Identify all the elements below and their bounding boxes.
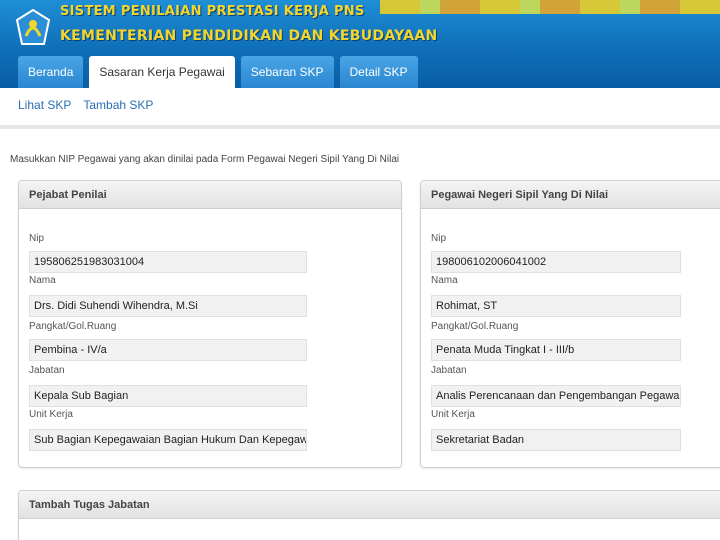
pangkat-label: Pangkat/Gol.Ruang xyxy=(431,321,519,332)
pegawai-unit-kerja-input[interactable]: Sekretariat Badan xyxy=(431,429,681,451)
ministry-logo-icon xyxy=(15,8,51,45)
tambah-skp-link[interactable]: Tambah SKP xyxy=(83,98,153,112)
pejabat-penilai-panel: Pejabat Penilai Nip 195806251983031004 N… xyxy=(18,180,402,468)
jabatan-label: Jabatan xyxy=(431,365,467,376)
panel-heading: Pejabat Penilai xyxy=(19,181,401,209)
pejabat-pangkat-input[interactable]: Pembina - IV/a xyxy=(29,339,307,361)
jabatan-label: Jabatan xyxy=(29,365,65,376)
pejabat-nip-input[interactable]: 195806251983031004 xyxy=(29,251,307,273)
pegawai-pangkat-input[interactable]: Penata Muda Tingkat I - III/b xyxy=(431,339,681,361)
header-decoration xyxy=(380,0,720,14)
nip-label: Nip xyxy=(431,233,447,244)
unit-kerja-label: Unit Kerja xyxy=(29,409,73,420)
pegawai-jabatan-input[interactable]: Analis Perencanaan dan Pengembangan Pega… xyxy=(431,385,681,407)
main-tabs: Beranda Sasaran Kerja Pegawai Sebaran SK… xyxy=(18,56,418,88)
pangkat-label: Pangkat/Gol.Ruang xyxy=(29,321,117,332)
app-title-line2: KEMENTERIAN PENDIDIKAN DAN KEBUDAYAAN xyxy=(60,28,438,44)
nama-label: Nama xyxy=(29,275,56,286)
pejabat-jabatan-input[interactable]: Kepala Sub Bagian xyxy=(29,385,307,407)
lihat-skp-link[interactable]: Lihat SKP xyxy=(18,98,71,112)
tab-sasaran-kerja-pegawai[interactable]: Sasaran Kerja Pegawai xyxy=(89,56,235,88)
pegawai-nip-input[interactable]: 198006102006041002 xyxy=(431,251,681,273)
pejabat-unit-kerja-input[interactable]: Sub Bagian Kepegawaian Bagian Hukum Dan … xyxy=(29,429,307,451)
unit-kerja-label: Unit Kerja xyxy=(431,409,475,420)
tab-detail-skp[interactable]: Detail SKP xyxy=(339,56,418,88)
tab-beranda[interactable]: Beranda xyxy=(18,56,84,88)
app-header: SISTEM PENILAIAN PRESTASI KERJA PNS KEME… xyxy=(0,0,720,88)
pejabat-nama-input[interactable]: Drs. Didi Suhendi Wihendra, M.Si xyxy=(29,295,307,317)
tambah-tugas-jabatan-panel: Tambah Tugas Jabatan xyxy=(18,490,720,540)
pegawai-dinilai-panel: Pegawai Negeri Sipil Yang Di Nilai Nip 1… xyxy=(420,180,720,468)
instruction-text: Masukkan NIP Pegawai yang akan dinilai p… xyxy=(10,154,400,165)
nama-label: Nama xyxy=(431,275,458,286)
sub-navigation: Lihat SKP Tambah SKP xyxy=(18,98,153,112)
tab-sebaran-skp[interactable]: Sebaran SKP xyxy=(240,56,334,88)
panel-heading: Pegawai Negeri Sipil Yang Di Nilai xyxy=(421,181,720,209)
panel-heading[interactable]: Tambah Tugas Jabatan xyxy=(19,491,720,519)
nip-label: Nip xyxy=(29,233,45,244)
divider xyxy=(0,125,720,129)
app-title-line1: SISTEM PENILAIAN PRESTASI KERJA PNS xyxy=(60,4,365,19)
pegawai-nama-input[interactable]: Rohimat, ST xyxy=(431,295,681,317)
